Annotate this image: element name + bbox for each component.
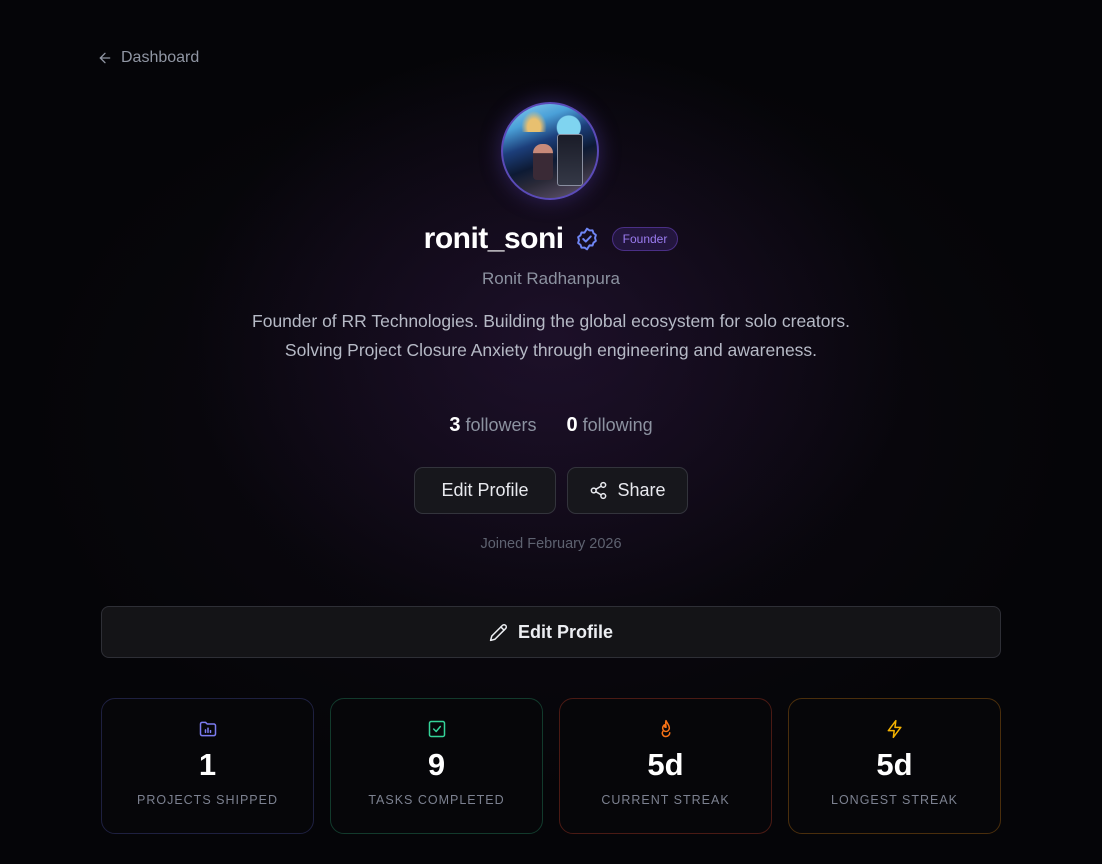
edit-profile-wide-label: Edit Profile <box>517 621 613 642</box>
founder-badge: Founder <box>611 227 679 251</box>
folder-chart-icon <box>199 721 216 737</box>
tasks-completed-value: 9 <box>427 747 446 782</box>
current-streak-label: CURRENT STREAK <box>601 793 730 807</box>
longest-streak-value: 5d <box>876 747 913 782</box>
projects-shipped-value: 1 <box>198 747 217 782</box>
edit-profile-wide-button[interactable]: Edit Profile <box>101 606 1001 658</box>
following-stat[interactable]: 0 following <box>566 414 652 437</box>
follow-stats: 3 followers 0 following <box>0 414 1102 437</box>
edit-profile-button[interactable]: Edit Profile <box>414 467 556 514</box>
stat-card-current-streak: 5d CURRENT STREAK <box>559 698 772 834</box>
avatar <box>501 102 599 200</box>
following-label: following <box>582 415 653 435</box>
zap-icon <box>887 719 902 739</box>
pencil-icon <box>489 623 507 641</box>
check-square-icon <box>428 720 445 738</box>
stat-card-tasks-completed: 9 TASKS COMPLETED <box>330 698 543 834</box>
profile-name-row: ronit_soni Founder <box>0 222 1102 256</box>
arrow-left-icon <box>99 52 111 64</box>
share-button-label: Share <box>617 480 666 500</box>
followers-stat[interactable]: 3 followers <box>449 414 536 437</box>
bio: Founder of RR Technologies. Building the… <box>252 311 850 360</box>
projects-shipped-label: PROJECTS SHIPPED <box>136 793 279 807</box>
full-name: Ronit Radhanpura <box>482 269 620 288</box>
longest-streak-label: LONGEST STREAK <box>831 793 958 807</box>
stats-cards: 1 PROJECTS SHIPPED 9 TASKS COMPLETED 5d … <box>101 698 1001 834</box>
share-icon <box>590 481 606 500</box>
following-count: 0 <box>566 414 578 436</box>
joined-date: Joined February 2026 <box>480 536 622 552</box>
followers-label: followers <box>465 415 537 435</box>
flame-icon <box>661 719 670 738</box>
username: ronit_soni <box>423 222 565 255</box>
back-to-dashboard-link[interactable]: Dashboard <box>97 49 199 67</box>
edit-profile-button-label: Edit Profile <box>441 480 529 500</box>
profile-actions: Edit Profile Share <box>0 467 1102 514</box>
followers-count: 3 <box>449 414 461 436</box>
share-button[interactable]: Share <box>566 467 688 514</box>
verified-badge-icon <box>576 227 597 251</box>
tasks-completed-label: TASKS COMPLETED <box>368 793 505 807</box>
current-streak-value: 5d <box>647 747 684 782</box>
back-link-label: Dashboard <box>121 49 200 66</box>
stat-card-projects-shipped: 1 PROJECTS SHIPPED <box>101 698 314 834</box>
stat-card-longest-streak: 5d LONGEST STREAK <box>788 698 1001 834</box>
